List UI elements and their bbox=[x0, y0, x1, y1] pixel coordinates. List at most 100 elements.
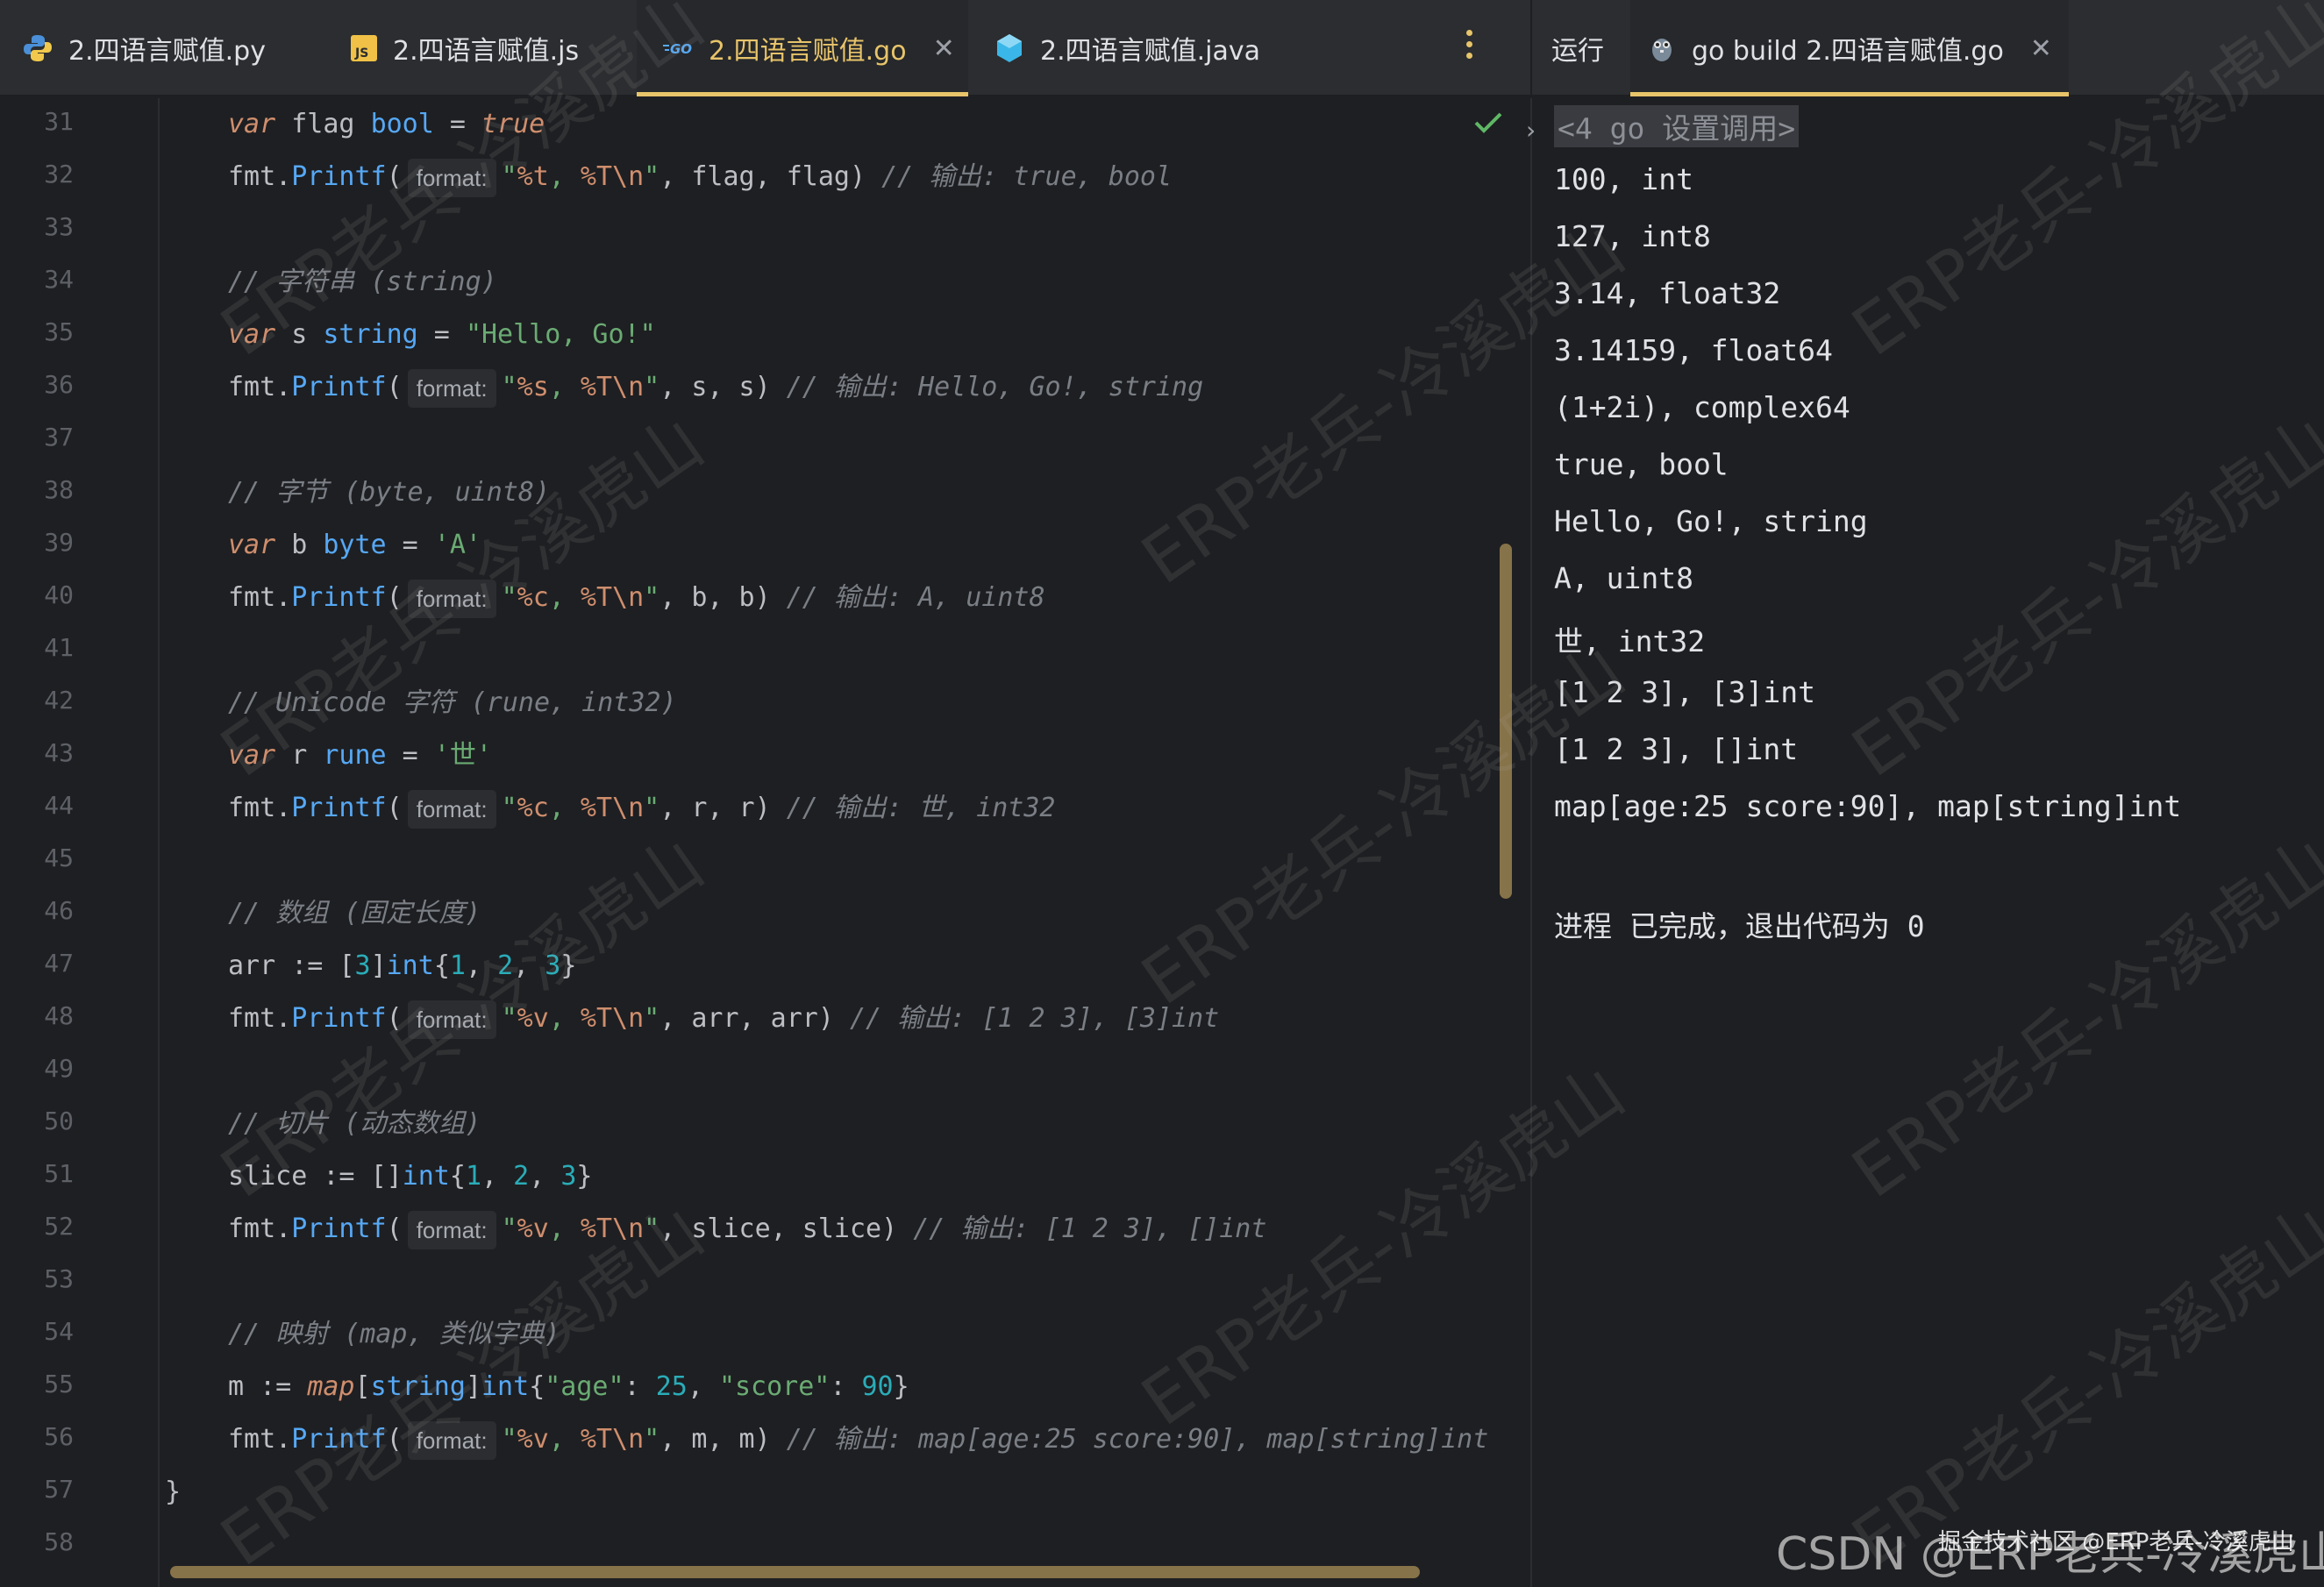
js-icon: JS bbox=[351, 35, 377, 61]
line-number: 48 bbox=[44, 1001, 74, 1030]
juejin-watermark: 掘金技术社区 @ERP老兵-冷溪虎山 bbox=[1938, 1529, 2294, 1555]
parameter-hint: format: bbox=[407, 1000, 496, 1039]
line-number: 31 bbox=[44, 107, 74, 136]
line-number: 50 bbox=[44, 1107, 74, 1135]
editor-tab-bar: 2.四语言赋值.py JS 2.四语言赋值.js GO 2.四语言赋值.go ✕ bbox=[0, 0, 1530, 96]
parameter-hint: format: bbox=[407, 789, 496, 829]
line-number: 45 bbox=[44, 843, 74, 872]
code-line-51[interactable]: slice := []int{1, 2, 3} bbox=[228, 1150, 592, 1203]
svg-text:JS: JS bbox=[354, 46, 368, 60]
parameter-hint: format: bbox=[407, 1420, 496, 1460]
code-line-56[interactable]: fmt.Printf(format: "%v, %T\n", m, m) // 输… bbox=[228, 1413, 1488, 1466]
output-line: (1+2i), complex64 bbox=[1554, 390, 1850, 424]
code-line-55[interactable]: m := map[string]int{"age": 25, "score": … bbox=[228, 1361, 909, 1413]
python-icon bbox=[23, 33, 53, 63]
code-line-38[interactable]: // 字节 (byte, uint8) bbox=[228, 466, 550, 519]
line-number: 33 bbox=[44, 212, 74, 241]
tab-label: 2.四语言赋值.go bbox=[709, 36, 907, 67]
output-line: A, uint8 bbox=[1554, 561, 1693, 595]
run-output-panel bbox=[1530, 98, 2324, 1587]
no-problems-check-icon[interactable] bbox=[1473, 110, 1503, 139]
code-line-36[interactable]: fmt.Printf(format: "%s, %T\n", s, s) // 输… bbox=[228, 361, 1203, 414]
line-number: 37 bbox=[44, 423, 74, 452]
line-number: 40 bbox=[44, 580, 74, 609]
tab-js-file[interactable]: JS 2.四语言赋值.js bbox=[351, 0, 579, 96]
code-line-40[interactable]: fmt.Printf(format: "%c, %T\n", b, b) // 输… bbox=[228, 572, 1045, 624]
run-command: <4 go 设置调用> bbox=[1554, 105, 1800, 147]
output-line: 世, int32 bbox=[1554, 624, 1706, 658]
go-icon: GO bbox=[663, 39, 693, 57]
line-number: 43 bbox=[44, 738, 74, 767]
java-icon bbox=[994, 33, 1024, 63]
output-line: 127, int8 bbox=[1554, 219, 1711, 253]
vertical-scrollbar[interactable] bbox=[1500, 544, 1512, 899]
output-line: 3.14, float32 bbox=[1554, 276, 1781, 310]
line-number: 51 bbox=[44, 1159, 74, 1188]
closing-brace: } bbox=[165, 1477, 182, 1507]
run-config-tab[interactable]: go build 2.四语言赋值.go ✕ bbox=[1630, 0, 2069, 96]
line-number: 36 bbox=[44, 370, 74, 399]
output-line: 100, int bbox=[1554, 162, 1693, 196]
output-line: true, bool bbox=[1554, 447, 1729, 481]
line-number: 57 bbox=[44, 1475, 74, 1504]
code-line-48[interactable]: fmt.Printf(format: "%v, %T\n", arr, arr) … bbox=[228, 993, 1219, 1045]
code-line-39[interactable]: var b byte = 'A' bbox=[228, 519, 481, 572]
line-number: 34 bbox=[44, 265, 74, 294]
tab-label: 2.四语言赋值.java bbox=[1040, 36, 1261, 67]
line-number: 44 bbox=[44, 791, 74, 820]
line-number: 49 bbox=[44, 1054, 74, 1083]
line-number: 54 bbox=[44, 1317, 74, 1346]
code-line-50[interactable]: // 切片 (动态数组) bbox=[228, 1098, 481, 1150]
line-number: 39 bbox=[44, 528, 74, 557]
code-line-31[interactable]: var flag bool = true bbox=[228, 98, 545, 151]
run-panel-title: 运行 bbox=[1551, 36, 1604, 67]
output-line: Hello, Go!, string bbox=[1554, 504, 1868, 538]
output-line: [1 2 3], []int bbox=[1554, 732, 1799, 766]
tab-python-file[interactable]: 2.四语言赋值.py bbox=[23, 0, 266, 96]
parameter-hint: format: bbox=[407, 1210, 496, 1249]
active-tab-indicator bbox=[637, 92, 968, 96]
code-line-46[interactable]: // 数组 (固定长度) bbox=[228, 887, 481, 940]
line-number: 46 bbox=[44, 896, 74, 925]
code-editor[interactable]: 31 32 33 34 35 36 37 38 39 40 41 42 43 4… bbox=[0, 98, 1530, 1587]
chevron-right-icon[interactable]: › bbox=[1526, 116, 1536, 145]
line-number: 42 bbox=[44, 686, 74, 715]
tab-label: 2.四语言赋值.py bbox=[68, 36, 266, 67]
code-line-44[interactable]: fmt.Printf(format: "%c, %T\n", r, r) // 输… bbox=[228, 782, 1055, 835]
line-number: 41 bbox=[44, 633, 74, 662]
code-line-42[interactable]: // Unicode 字符 (rune, int32) bbox=[228, 677, 677, 729]
output-line: map[age:25 score:90], map[string]int bbox=[1554, 789, 2182, 823]
tab-go-file[interactable]: GO 2.四语言赋值.go ✕ bbox=[637, 0, 968, 96]
close-icon[interactable]: ✕ bbox=[933, 33, 955, 64]
code-line-35[interactable]: var s string = "Hello, Go!" bbox=[228, 309, 656, 361]
line-number: 32 bbox=[44, 160, 74, 189]
line-number: 55 bbox=[44, 1370, 74, 1398]
process-exit-message: 进程 已完成，退出代码为 0 bbox=[1554, 909, 1925, 943]
code-line-52[interactable]: fmt.Printf(format: "%v, %T\n", slice, sli… bbox=[228, 1203, 1266, 1256]
tab-java-file[interactable]: 2.四语言赋值.java bbox=[994, 0, 1260, 96]
run-tab-bar: 运行 go build 2.四语言赋值.go ✕ bbox=[1530, 0, 2324, 96]
line-number: 56 bbox=[44, 1422, 74, 1451]
more-options-icon[interactable] bbox=[1466, 30, 1472, 59]
parameter-hint: format: bbox=[407, 579, 496, 618]
code-line-47[interactable]: arr := [3]int{1, 2, 3} bbox=[228, 940, 576, 993]
horizontal-scrollbar[interactable] bbox=[170, 1566, 1420, 1578]
output-line: 3.14159, float64 bbox=[1554, 333, 1833, 367]
active-tab-indicator bbox=[1630, 92, 2069, 96]
line-number: 52 bbox=[44, 1212, 74, 1241]
line-number: 35 bbox=[44, 317, 74, 346]
line-number: 38 bbox=[44, 475, 74, 504]
line-number: 53 bbox=[44, 1264, 74, 1293]
code-line-43[interactable]: var r rune = '世' bbox=[228, 729, 492, 782]
parameter-hint: format: bbox=[407, 368, 496, 408]
tab-label: 2.四语言赋值.js bbox=[393, 36, 580, 67]
code-line-54[interactable]: // 映射 (map, 类似字典) bbox=[228, 1308, 560, 1361]
line-number: 47 bbox=[44, 949, 74, 978]
output-line: [1 2 3], [3]int bbox=[1554, 675, 1816, 709]
svg-text:GO: GO bbox=[670, 41, 692, 57]
code-line-34[interactable]: // 字符串 (string) bbox=[228, 256, 497, 309]
line-number-gutter: 31 32 33 34 35 36 37 38 39 40 41 42 43 4… bbox=[0, 98, 160, 1587]
parameter-hint: format: bbox=[407, 158, 496, 197]
close-icon[interactable]: ✕ bbox=[2030, 33, 2052, 64]
code-line-32[interactable]: fmt.Printf(format: "%t, %T\n", flag, flag… bbox=[228, 151, 1172, 203]
